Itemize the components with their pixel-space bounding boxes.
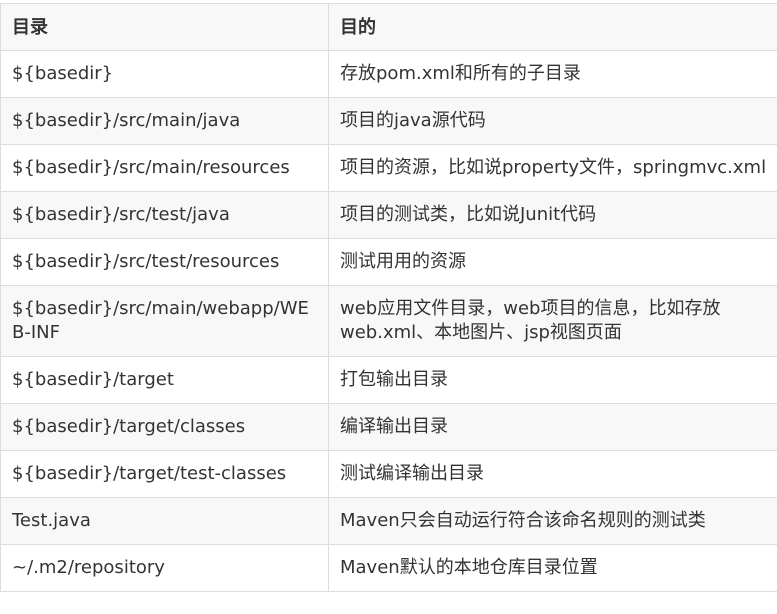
cell-directory: ${basedir}/src/main/resources [1, 145, 329, 192]
cell-directory: Test.java [1, 498, 329, 545]
cell-purpose: 编译输出目录 [329, 404, 777, 451]
table-row: ${basedir}/target/test-classes 测试编译输出目录 [1, 451, 777, 498]
table-row: ${basedir}/src/main/webapp/WEB-INF web应用… [1, 286, 777, 357]
cell-purpose: 项目的测试类，比如说Junit代码 [329, 192, 777, 239]
cell-directory: ${basedir}/target/classes [1, 404, 329, 451]
cell-directory: ${basedir} [1, 51, 329, 98]
table-row: ${basedir}/src/main/java 项目的java源代码 [1, 98, 777, 145]
table-row: ${basedir}/target 打包输出目录 [1, 357, 777, 404]
cell-purpose: 存放pom.xml和所有的子目录 [329, 51, 777, 98]
table-row: ${basedir}/src/main/resources 项目的资源，比如说p… [1, 145, 777, 192]
cell-directory: ~/.m2/repository [1, 545, 329, 592]
directory-table: 目录 目的 ${basedir} 存放pom.xml和所有的子目录 ${base… [0, 3, 777, 592]
cell-purpose: 测试用用的资源 [329, 239, 777, 286]
cell-directory: ${basedir}/src/test/resources [1, 239, 329, 286]
table-row: ${basedir}/target/classes 编译输出目录 [1, 404, 777, 451]
cell-directory: ${basedir}/src/main/java [1, 98, 329, 145]
table-header-row: 目录 目的 [1, 4, 777, 51]
cell-purpose: 项目的java源代码 [329, 98, 777, 145]
cell-purpose: 项目的资源，比如说property文件，springmvc.xml [329, 145, 777, 192]
cell-purpose: Maven默认的本地仓库目录位置 [329, 545, 777, 592]
cell-directory: ${basedir}/src/main/webapp/WEB-INF [1, 286, 329, 357]
table-row: ${basedir}/src/test/java 项目的测试类，比如说Junit… [1, 192, 777, 239]
table-row: ~/.m2/repository Maven默认的本地仓库目录位置 [1, 545, 777, 592]
cell-directory: ${basedir}/target [1, 357, 329, 404]
table-row: Test.java Maven只会自动运行符合该命名规则的测试类 [1, 498, 777, 545]
table-row: ${basedir} 存放pom.xml和所有的子目录 [1, 51, 777, 98]
cell-directory: ${basedir}/target/test-classes [1, 451, 329, 498]
cell-purpose: web应用文件目录，web项目的信息，比如存放web.xml、本地图片、jsp视… [329, 286, 777, 357]
cell-directory: ${basedir}/src/test/java [1, 192, 329, 239]
table-row: ${basedir}/src/test/resources 测试用用的资源 [1, 239, 777, 286]
header-purpose: 目的 [329, 4, 777, 51]
cell-purpose: 打包输出目录 [329, 357, 777, 404]
cell-purpose: Maven只会自动运行符合该命名规则的测试类 [329, 498, 777, 545]
header-directory: 目录 [1, 4, 329, 51]
cell-purpose: 测试编译输出目录 [329, 451, 777, 498]
